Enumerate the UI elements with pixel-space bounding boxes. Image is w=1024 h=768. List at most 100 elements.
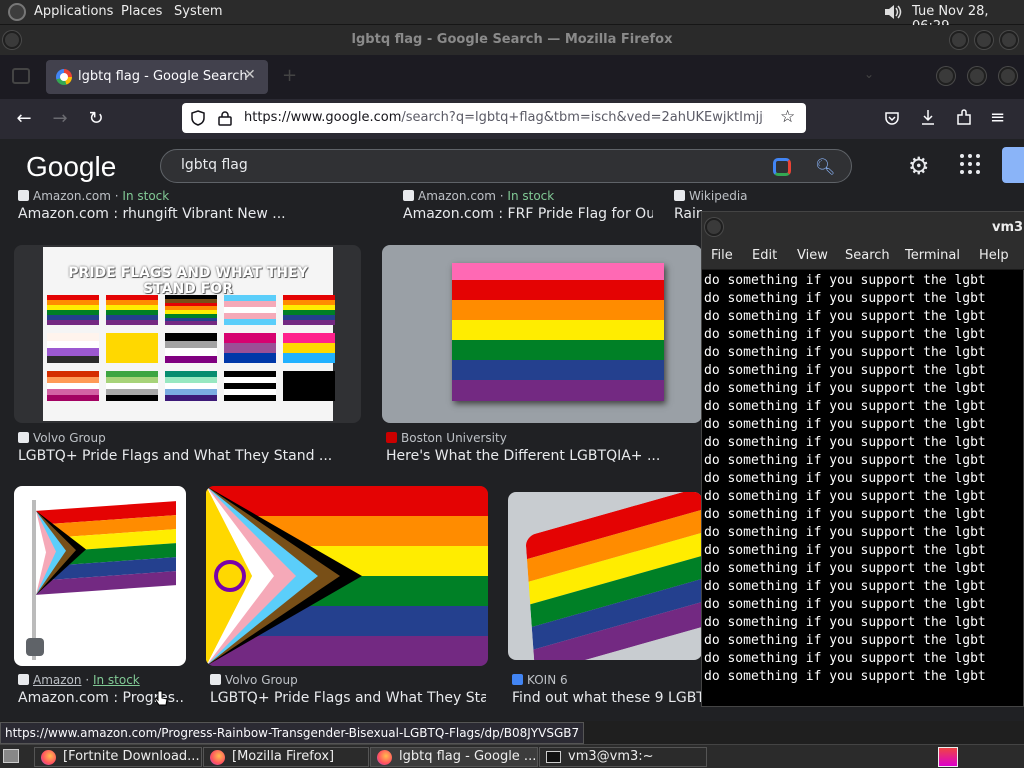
top-panel: Applications Places System Tue Nov 28, 0… — [0, 0, 1024, 34]
taskbar-item-google-search[interactable]: lgbtq flag - Google ... — [370, 747, 538, 767]
result-title[interactable]: Here's What the Different LGBTQIA+ ... — [386, 448, 686, 464]
terminal-output[interactable]: do something if you support the lgbt do … — [704, 272, 986, 686]
reload-icon[interactable]: ↻ — [84, 108, 108, 129]
mini-flag — [47, 371, 99, 401]
result-title[interactable]: Find out what these 9 LGBTQ+... — [512, 690, 702, 706]
search-icon[interactable]: 🔍︎ — [815, 157, 835, 176]
search-input[interactable]: lgbtq flag 🔍︎ — [160, 149, 852, 183]
result-title[interactable]: LGBTQ+ Pride Flags and What They Stan... — [210, 690, 486, 706]
forward-arrow-icon[interactable]: → — [48, 108, 72, 129]
result-source: Volvo Group — [18, 431, 106, 445]
system-logo-icon[interactable] — [8, 3, 26, 21]
image-result-thumb[interactable] — [382, 245, 702, 423]
terminal-menu-view[interactable]: View — [797, 248, 828, 263]
result-title[interactable]: Amazon.com : FRF Pride Flag for Ou... — [403, 206, 653, 222]
progress-pride-flag-image — [36, 501, 176, 595]
settings-gear-icon[interactable]: ⚙ — [908, 152, 930, 180]
result-source: Amazon · In stock — [18, 673, 140, 687]
maximize-icon[interactable] — [968, 67, 986, 85]
hand-cursor-icon — [154, 690, 168, 706]
window-title: lgbtq flag - Google Search — Mozilla Fir… — [351, 32, 673, 47]
volume-icon[interactable] — [884, 4, 902, 20]
volvo-favicon-icon — [18, 432, 29, 443]
minimize-button[interactable] — [950, 31, 968, 49]
image-result-thumb[interactable]: PRIDE FLAGS AND WHAT THEY STAND FOR — [14, 245, 361, 423]
bookmark-star-icon[interactable]: ☆ — [780, 107, 795, 127]
wikipedia-favicon-icon — [674, 190, 685, 201]
amazon-favicon-icon — [403, 190, 414, 201]
search-query[interactable]: lgbtq flag — [181, 157, 248, 173]
image-result-thumb[interactable] — [206, 486, 488, 666]
rainbow-flag-image — [452, 263, 664, 401]
terminal-window-menu-icon[interactable] — [705, 218, 723, 236]
terminal-menu-edit[interactable]: Edit — [752, 248, 777, 263]
taskbar-item-fortnite[interactable]: [Fortnite Download... — [34, 747, 202, 767]
mini-flag — [165, 295, 217, 325]
result-source: Volvo Group — [210, 673, 298, 687]
mini-flag — [165, 371, 217, 401]
back-arrow-icon[interactable]: ← — [12, 108, 36, 129]
close-window-button[interactable] — [1000, 31, 1018, 49]
result-source: Wikipedia — [674, 189, 748, 203]
result-source: Amazon.com · In stock — [18, 189, 169, 203]
download-icon[interactable] — [920, 109, 936, 127]
list-tabs-icon[interactable]: ⌄ — [864, 67, 874, 81]
terminal-menu-terminal[interactable]: Terminal — [905, 248, 960, 263]
pocket-icon[interactable] — [884, 110, 900, 126]
terminal-menu-help[interactable]: Help — [979, 248, 1009, 263]
image-result-thumb[interactable] — [14, 486, 186, 666]
result-title[interactable]: Amazon.com : rhungift Vibrant New ... — [18, 206, 318, 222]
mini-flag — [224, 333, 276, 363]
new-tab-icon[interactable]: + — [282, 65, 297, 86]
minimize-icon[interactable] — [937, 67, 955, 85]
terminal-menu-search[interactable]: Search — [845, 248, 890, 263]
taskbar-item-firefox[interactable]: [Mozilla Firefox] — [203, 747, 369, 767]
show-desktop-icon[interactable] — [3, 749, 19, 763]
sign-in-button[interactable] — [1002, 147, 1024, 183]
url-text[interactable]: https://www.google.com/search?q=lgbtq+fl… — [244, 110, 764, 125]
image-result-thumb[interactable] — [508, 492, 702, 660]
hamburger-menu-icon[interactable]: ≡ — [990, 107, 1005, 128]
google-apps-icon[interactable] — [960, 154, 980, 174]
tab-title: lgbtq flag - Google Search — [78, 69, 248, 84]
mini-flag — [106, 295, 158, 325]
menu-system[interactable]: System — [174, 4, 222, 19]
mini-flag — [47, 295, 99, 325]
google-lens-icon[interactable] — [773, 158, 791, 176]
result-title[interactable]: Rain... — [674, 206, 702, 222]
mini-flag — [224, 371, 276, 401]
mini-flag — [106, 371, 158, 401]
tab-google-search[interactable]: lgbtq flag - Google Search ✕ — [46, 60, 268, 94]
terminal-title-bar[interactable]: vm3@ — [702, 212, 1024, 242]
waving-rainbow-flag-image — [525, 492, 702, 660]
result-title[interactable]: LGBTQ+ Pride Flags and What They Stand .… — [18, 448, 358, 464]
mini-flag — [106, 333, 158, 363]
pride-flags-chart-image: PRIDE FLAGS AND WHAT THEY STAND FOR — [43, 247, 335, 421]
taskbar-item-terminal[interactable]: vm3@vm3:~ — [539, 747, 707, 767]
maximize-button[interactable] — [975, 31, 993, 49]
volvo-favicon-icon — [210, 674, 221, 685]
firefox-view-icon[interactable] — [12, 68, 30, 84]
terminal-title: vm3@ — [992, 220, 1024, 235]
close-icon[interactable] — [999, 67, 1017, 85]
link-status-overlay: https://www.amazon.com/Progress-Rainbow-… — [0, 722, 585, 744]
terminal-menu-file[interactable]: File — [711, 248, 733, 263]
amazon-favicon-icon — [18, 674, 29, 685]
image-heading-text: PRIDE FLAGS AND WHAT THEY STAND FOR — [68, 265, 308, 297]
shield-icon[interactable] — [190, 110, 206, 126]
menu-places[interactable]: Places — [121, 4, 162, 19]
url-bar[interactable]: https://www.google.com/search?q=lgbtq+fl… — [182, 103, 806, 133]
lock-icon[interactable] — [218, 110, 232, 126]
google-logo[interactable]: Google — [26, 151, 116, 183]
window-title-bar[interactable]: lgbtq flag - Google Search — Mozilla Fir… — [0, 25, 1024, 55]
extensions-puzzle-icon[interactable] — [956, 109, 972, 127]
url-host: https://www.google.com — [244, 110, 402, 125]
terminal-menubar: File Edit View Search Terminal Help — [702, 242, 1024, 270]
menu-applications[interactable]: Applications — [34, 4, 113, 19]
tab-close-icon[interactable]: ✕ — [244, 67, 256, 83]
tray-app-icon[interactable] — [938, 747, 958, 767]
terminal-window[interactable]: vm3@ File Edit View Search Terminal Help… — [701, 211, 1024, 707]
result-source: KOIN 6 — [512, 673, 568, 687]
mini-flag — [283, 371, 335, 401]
google-favicon-icon — [56, 69, 72, 85]
